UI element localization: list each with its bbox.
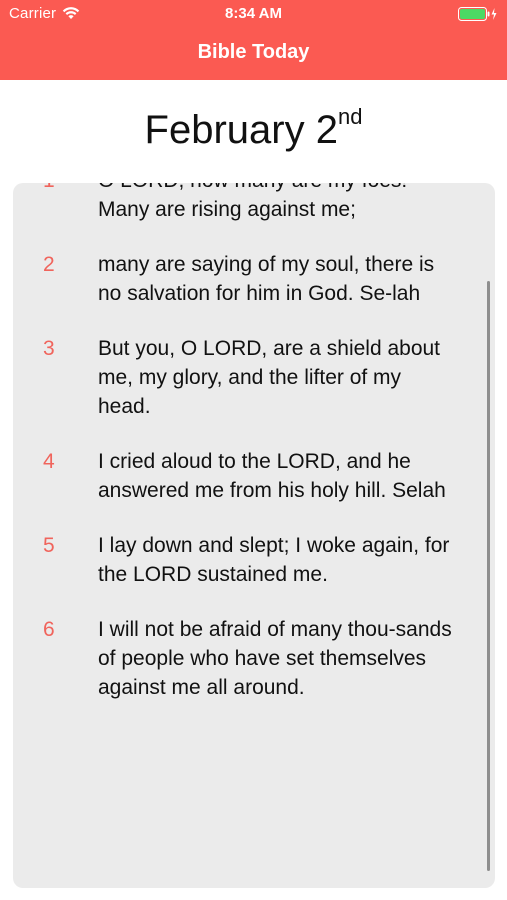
verse-number: 3 xyxy=(43,337,55,360)
date-heading: February 2nd xyxy=(0,104,507,153)
verse-list: 1 O LORD, how many are my foes! Many are… xyxy=(13,183,495,728)
verse-number: 1 xyxy=(43,183,63,195)
verse-text: I cried aloud to the LORD, and he answer… xyxy=(98,450,446,502)
verse-item: 1 O LORD, how many are my foes! Many are… xyxy=(13,183,495,224)
verse-item: 3 But you, O LORD, are a shield about me… xyxy=(13,334,495,421)
verse-item: 5 I lay down and slept; I woke again, fo… xyxy=(13,531,495,589)
verse-number: 6 xyxy=(43,618,55,641)
verse-item: 2 many are saying of my soul, there is n… xyxy=(13,250,495,308)
verse-number: 5 xyxy=(43,534,55,557)
status-bar: Carrier 8:34 AM xyxy=(0,0,507,28)
verse-number: 2 xyxy=(43,253,55,276)
verse-text: I will not be afraid of many thou-sands … xyxy=(98,618,452,699)
verse-text: But you, O LORD, are a shield about me, … xyxy=(98,337,441,418)
verse-number: 4 xyxy=(43,450,55,473)
verse-text: many are saying of my soul, there is no … xyxy=(98,253,435,305)
navigation-bar: Carrier 8:34 AM Bible Today xyxy=(0,0,507,80)
app-title: Bible Today xyxy=(197,41,310,63)
verse-item: 4 I cried aloud to the LORD, and he answ… xyxy=(13,447,495,505)
verses-scroll-view[interactable]: 1 O LORD, how many are my foes! Many are… xyxy=(13,183,495,888)
date-text: February 2 xyxy=(144,108,338,152)
verse-item: 6 I will not be afraid of many thou-sand… xyxy=(13,615,495,702)
verse-text: I lay down and slept; I woke again, for … xyxy=(98,534,450,586)
battery-icon xyxy=(458,7,497,21)
scrollbar[interactable] xyxy=(487,281,490,871)
date-ordinal-suffix: nd xyxy=(337,104,363,129)
clock: 8:34 AM xyxy=(225,5,282,22)
verse-text: O LORD, how many are my foes! Many are r… xyxy=(98,183,407,221)
